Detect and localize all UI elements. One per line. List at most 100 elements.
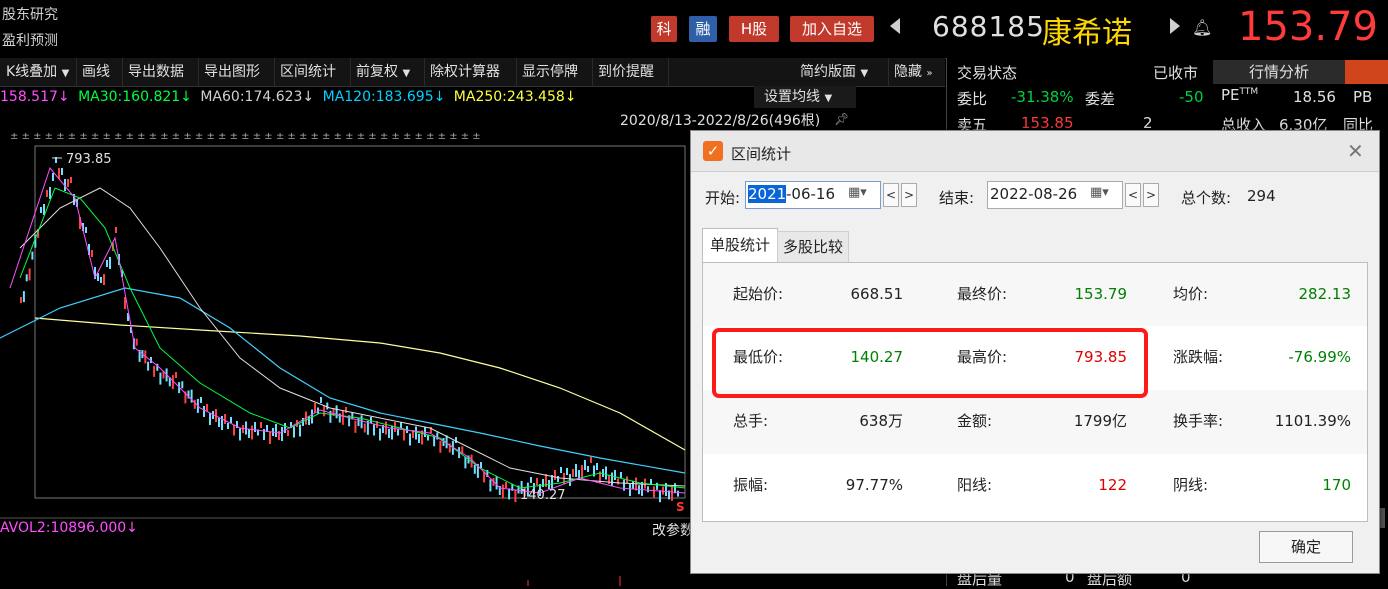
candle xyxy=(49,187,51,199)
h-share-button[interactable]: H股 xyxy=(729,16,779,42)
calendar-icon[interactable]: ▦▾ xyxy=(848,185,867,200)
candle xyxy=(480,462,482,468)
hide-label: 隐藏 xyxy=(894,64,922,80)
candle xyxy=(251,425,253,440)
stock-code: 688185 xyxy=(932,10,1045,43)
candle xyxy=(605,466,607,480)
turnover-value: 1101.39% xyxy=(1274,412,1351,430)
price-alert-button[interactable]: 到价提醒 xyxy=(592,58,669,86)
amplitude-label: 振幅: xyxy=(733,476,769,494)
candle xyxy=(227,423,229,429)
dropdown-icon: ▼ xyxy=(824,93,833,104)
candle xyxy=(287,430,289,436)
end-prev-button[interactable]: < xyxy=(1125,183,1141,207)
next-stock-icon[interactable] xyxy=(1170,18,1180,34)
candle xyxy=(293,426,295,438)
candle xyxy=(354,420,357,433)
simple-layout-button[interactable]: 简约版面 ▼ xyxy=(794,58,889,86)
dialog-title-bar[interactable]: ✓ 区间统计 ✕ xyxy=(691,131,1379,172)
candle xyxy=(103,274,105,285)
start-prev-button[interactable]: < xyxy=(883,183,899,207)
candle xyxy=(233,424,235,436)
modify-params-button[interactable]: 改参数 xyxy=(652,520,694,540)
end-next-button[interactable]: > xyxy=(1143,183,1159,207)
ok-button[interactable]: 确定 xyxy=(1259,531,1353,563)
start-price-value: 668.51 xyxy=(850,285,904,303)
candle xyxy=(281,427,283,441)
export-data-button[interactable]: 导出数据 xyxy=(122,58,199,86)
moving-average-legend: 158.517↓ MA30:160.821↓ MA60:174.623↓ MA1… xyxy=(0,86,577,108)
candle xyxy=(31,251,34,260)
candle xyxy=(421,430,423,445)
star-market-badge[interactable]: 科 xyxy=(651,16,677,42)
shareholder-research-link[interactable]: 股东研究 xyxy=(2,4,58,24)
double-chevron-icon: » xyxy=(926,68,933,79)
candle xyxy=(455,437,457,443)
export-chart-button[interactable]: 导出图形 xyxy=(198,58,275,86)
ma10-line xyxy=(9,166,686,494)
candle xyxy=(46,190,48,197)
end-date-input[interactable]: 2022-08-26 ▦▾ xyxy=(987,181,1123,209)
candle xyxy=(647,486,649,493)
candle xyxy=(370,417,372,423)
candle xyxy=(85,227,87,233)
k-overlay-button[interactable]: K线叠加 ▼ xyxy=(0,58,77,86)
candle xyxy=(632,480,634,489)
total-volume-label: 总手: xyxy=(733,412,769,430)
market-analysis-tab[interactable]: 行情分析 xyxy=(1213,60,1345,84)
show-suspension-button[interactable]: 显示停牌 xyxy=(516,58,593,86)
candle xyxy=(409,433,411,446)
start-label: 开始: xyxy=(705,189,741,207)
calendar-icon[interactable]: ▦▾ xyxy=(1090,185,1109,200)
candle xyxy=(308,416,310,425)
candle xyxy=(379,428,381,441)
add-to-watchlist-button[interactable]: 加入自选 xyxy=(790,16,874,42)
tab-multi-stock[interactable]: 多股比较 xyxy=(777,231,849,262)
candle xyxy=(614,470,616,480)
candle xyxy=(326,402,329,410)
prev-stock-icon[interactable] xyxy=(890,18,900,34)
dropdown-icon: ▼ xyxy=(860,68,869,79)
stock-name: 康希诺 xyxy=(1042,16,1132,51)
top-header: 股东研究 盈利预测 科 融 H股 加入自选 688185 康希诺 🔔︎ 153.… xyxy=(0,0,1388,59)
tab-single-stock[interactable]: 单股统计 xyxy=(702,228,778,262)
candle xyxy=(662,486,664,495)
ma30-value: MA30:160.821↓ xyxy=(78,89,192,105)
weibi-value: -31.38% xyxy=(1011,88,1074,106)
candle xyxy=(587,466,589,472)
chart-toolbar: K线叠加 ▼ 画线 导出数据 导出图形 区间统计 前复权 ▼ 除权计算器 显示停… xyxy=(0,58,945,87)
candle xyxy=(557,476,559,482)
draw-line-button[interactable]: 画线 xyxy=(76,58,123,86)
candle xyxy=(495,476,498,490)
interval-stats-dialog: ✓ 区间统计 ✕ 开始: 2021 -06-16 ▦▾ < > 结束: 2022… xyxy=(690,130,1380,574)
start-date-input[interactable]: 2021 -06-16 ▦▾ xyxy=(745,181,881,209)
earnings-forecast-link[interactable]: 盈利预测 xyxy=(2,30,58,50)
margin-badge[interactable]: 融 xyxy=(689,16,717,42)
ma-settings-button[interactable]: 设置均线 ▼ xyxy=(754,86,856,108)
ma-settings-label: 设置均线 xyxy=(764,89,820,105)
candle xyxy=(275,424,277,437)
dropdown-icon: ▼ xyxy=(402,68,411,79)
candle xyxy=(200,397,202,403)
candle xyxy=(514,490,517,503)
hide-button[interactable]: 隐藏 » xyxy=(888,58,944,86)
candlestick-series xyxy=(20,157,679,503)
ex-rights-calculator-button[interactable]: 除权计算器 xyxy=(424,58,517,86)
interval-stats-button[interactable]: 区间统计 xyxy=(274,58,351,86)
pin-icon[interactable]: 📌︎ xyxy=(834,112,849,126)
start-next-button[interactable]: > xyxy=(901,183,917,207)
candle xyxy=(611,472,613,487)
candle xyxy=(224,414,226,424)
forward-adjust-button[interactable]: 前复权 ▼ xyxy=(350,58,425,86)
next-tab[interactable] xyxy=(1345,60,1388,84)
candle xyxy=(629,484,631,497)
bell-icon[interactable]: 🔔︎ xyxy=(1192,18,1212,37)
candle xyxy=(536,478,538,485)
candle xyxy=(70,177,72,183)
amount-label: 金额: xyxy=(957,412,993,430)
candle xyxy=(40,207,42,213)
candle xyxy=(203,406,205,417)
candle xyxy=(22,291,25,303)
close-icon[interactable]: ✕ xyxy=(1347,139,1364,163)
ma250-line xyxy=(34,317,686,451)
